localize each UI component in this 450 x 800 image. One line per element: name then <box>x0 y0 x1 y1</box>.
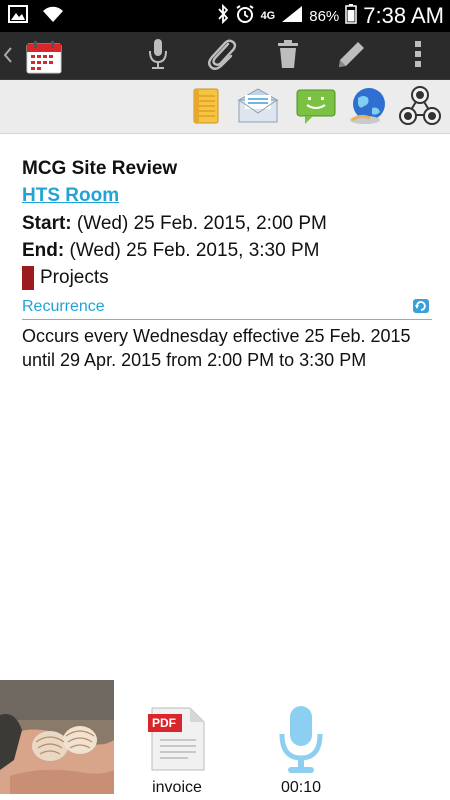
paperclip-icon <box>206 37 238 76</box>
pdf-attachment-name: invoice <box>152 779 202 796</box>
attach-button[interactable] <box>200 32 244 80</box>
audio-attachment[interactable]: 00:10 <box>272 680 330 800</box>
calendar-app-icon <box>26 40 62 79</box>
start-row: Start: (Wed) 25 Feb. 2015, 2:00 PM <box>22 210 432 237</box>
photo-attachment[interactable] <box>0 680 114 794</box>
start-label: Start: <box>22 213 72 234</box>
pdf-badge-text: PDF <box>152 716 176 730</box>
notepad-icon <box>191 87 221 130</box>
clock: 7:38 AM <box>363 3 444 28</box>
trash-icon <box>276 39 300 74</box>
alarm-icon <box>235 4 255 29</box>
start-value: (Wed) 25 Feb. 2015, 2:00 PM <box>76 213 327 234</box>
globe-icon <box>348 86 388 131</box>
notes-button[interactable] <box>184 86 228 130</box>
overflow-menu-button[interactable] <box>400 32 436 80</box>
seashell-photo-thumbnail <box>0 680 114 794</box>
category-color-swatch <box>22 266 34 290</box>
bluetooth-icon <box>217 3 229 29</box>
end-row: End: (Wed) 25 Feb. 2015, 3:30 PM <box>22 237 432 264</box>
pencil-icon <box>336 38 368 75</box>
wifi-icon <box>42 5 64 28</box>
recurrence-label: Recurrence <box>22 298 105 315</box>
chat-bubble-icon <box>295 87 337 130</box>
audio-duration: 00:10 <box>280 779 322 796</box>
category-row: Projects <box>22 264 432 292</box>
screen: 4G 86% 7:38 AM MCG Site Review HTS Room … <box>0 0 450 800</box>
signal-icon <box>281 5 303 28</box>
event-title: MCG Site Review <box>22 158 178 179</box>
email-button[interactable] <box>236 86 280 130</box>
recurrence-header: Recurrence <box>22 296 432 320</box>
share-icon <box>398 85 442 132</box>
envelope-icon <box>237 87 279 129</box>
more-vertical-icon <box>414 39 422 74</box>
edit-button[interactable] <box>330 32 374 80</box>
pdf-attachment[interactable]: PDF invoice <box>148 680 206 800</box>
event-location-link[interactable]: HTS Room <box>22 182 432 210</box>
attachments-bar: PDF invoice 00:10 <box>0 680 450 800</box>
sms-button[interactable] <box>294 86 338 130</box>
quick-actions-bar <box>0 80 450 134</box>
category-label: Projects <box>40 267 109 288</box>
battery-icon <box>345 3 358 29</box>
pdf-file-icon: PDF <box>148 706 206 777</box>
microphone-icon <box>276 704 326 781</box>
battery-percent: 86% <box>309 7 340 25</box>
recurrence-icon <box>412 298 430 319</box>
action-bar <box>0 32 450 80</box>
chevron-left-icon <box>3 47 12 68</box>
gallery-icon <box>8 5 28 28</box>
back-button[interactable] <box>0 32 66 80</box>
status-bar: 4G 86% 7:38 AM <box>0 0 450 32</box>
web-button[interactable] <box>346 86 390 130</box>
end-label: End: <box>22 240 65 261</box>
microphone-icon <box>148 38 168 75</box>
end-value: (Wed) 25 Feb. 2015, 3:30 PM <box>69 240 320 261</box>
recurrence-description: Occurs every Wednesday effective 25 Feb.… <box>22 326 411 370</box>
event-details: MCG Site Review HTS Room Start: (Wed) 25… <box>22 156 432 372</box>
voice-input-button[interactable] <box>136 32 180 80</box>
share-button[interactable] <box>398 85 442 132</box>
delete-button[interactable] <box>266 32 310 80</box>
network-type: 4G <box>260 10 276 22</box>
